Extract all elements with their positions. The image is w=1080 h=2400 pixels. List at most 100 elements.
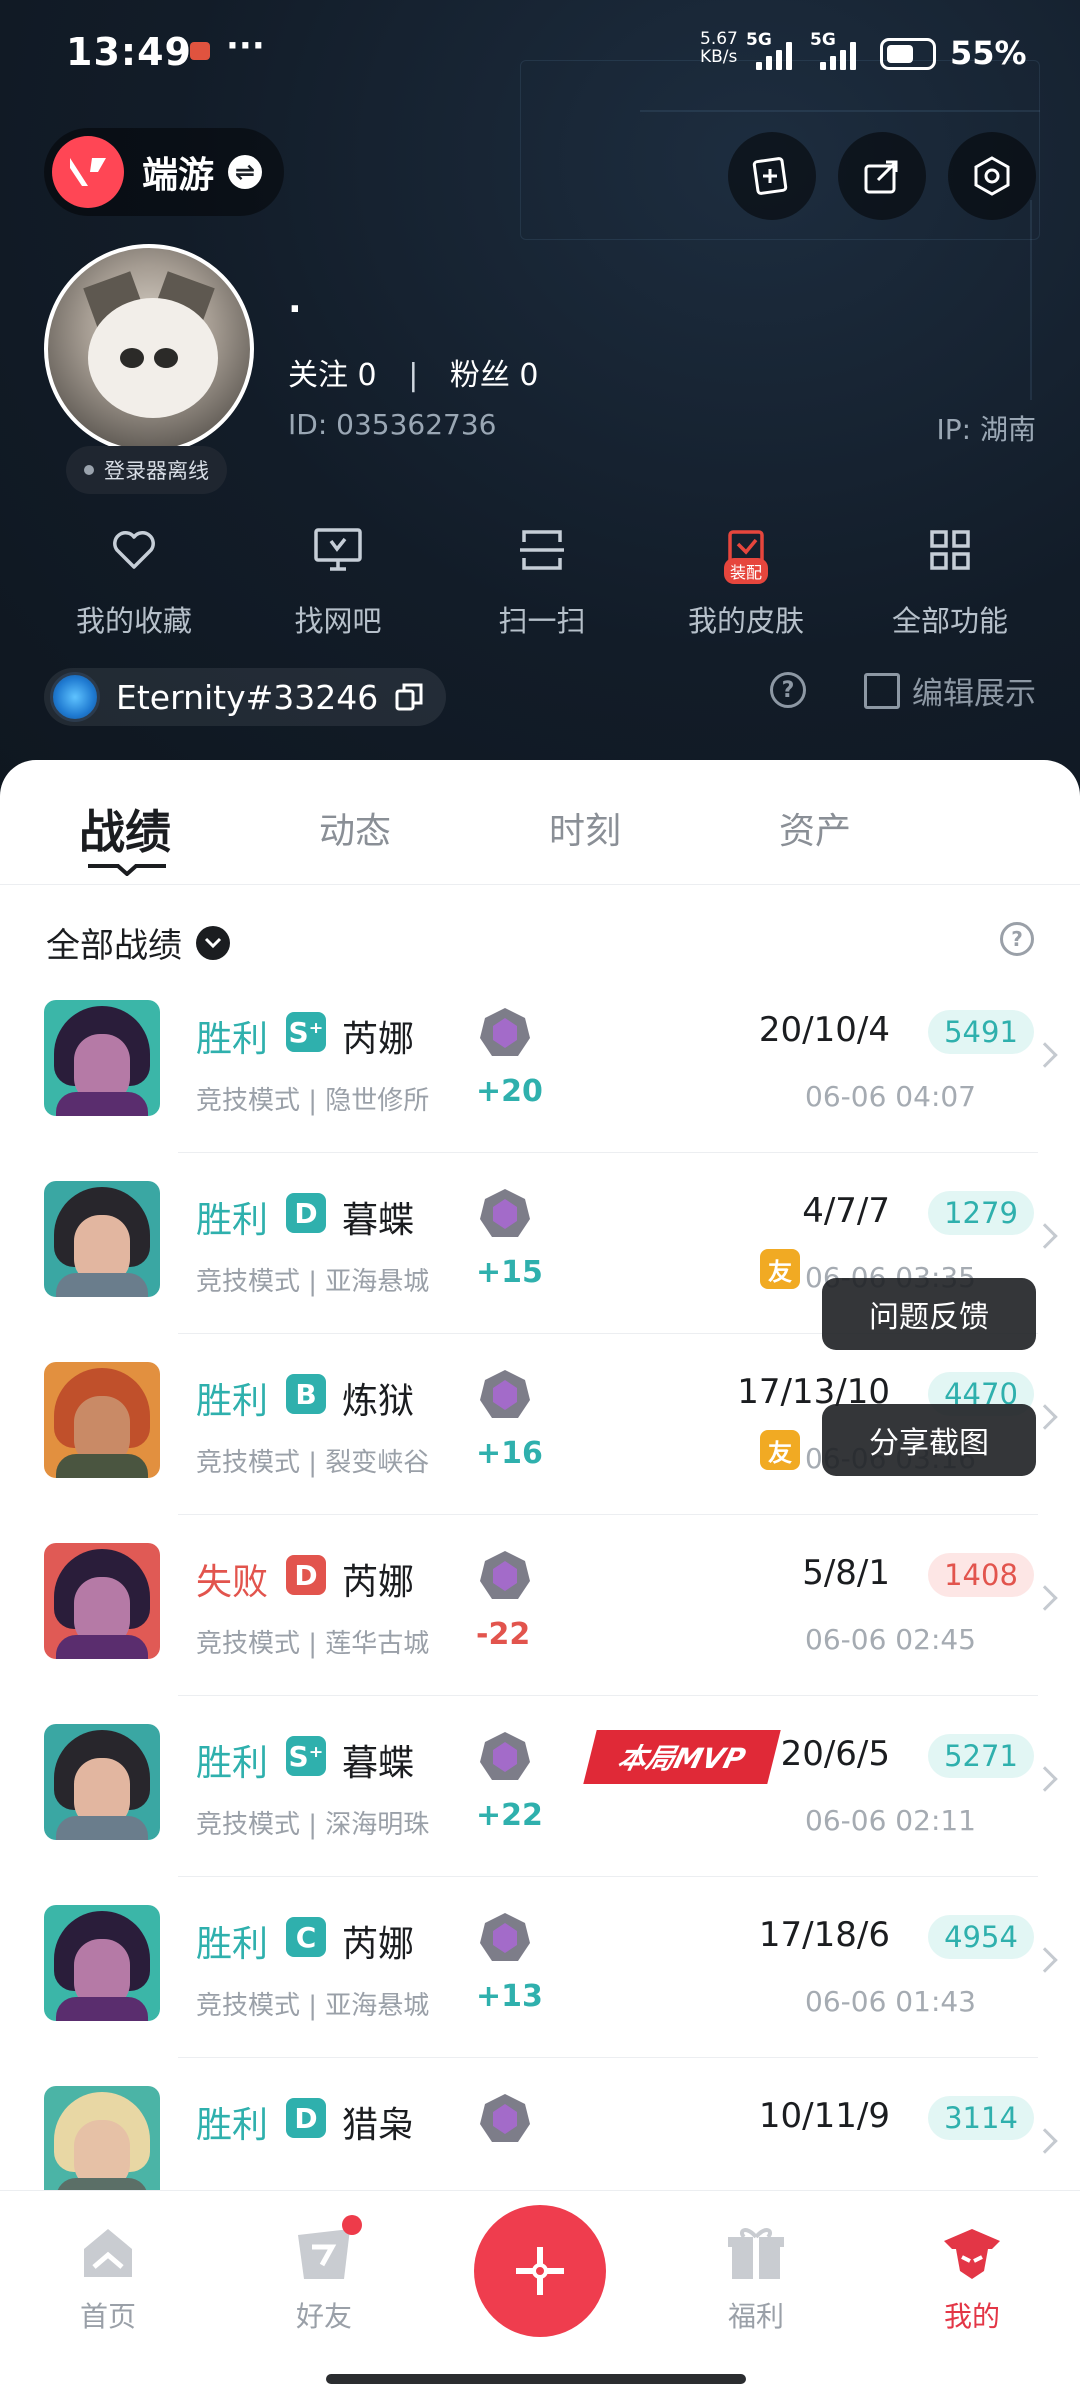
agent-portrait	[44, 1000, 160, 1116]
user-id: ID: 035362736	[288, 408, 497, 441]
game-switcher[interactable]: 端游 ⇌	[44, 128, 284, 216]
quick-action-favorites[interactable]: 我的收藏	[32, 520, 236, 640]
follow-link[interactable]: 关注 0	[288, 358, 377, 393]
quick-action-skins[interactable]: 装配 我的皮肤	[644, 520, 848, 640]
valorant-logo-icon	[52, 136, 124, 208]
match-result: 胜利	[196, 1019, 269, 1060]
avatar[interactable]	[44, 244, 254, 454]
chevron-right-icon	[1032, 1947, 1058, 1973]
match-row[interactable]: 胜利 S⁺ 芮娜 竞技模式 | 隐世修所 +20 20/10/4 5491 06-06 04:…	[0, 1000, 1080, 1184]
profile-icon	[940, 2221, 1004, 2285]
tab-assets[interactable]: 资产	[700, 796, 930, 876]
rank-icon	[480, 1732, 530, 1780]
match-result: 胜利	[196, 1924, 269, 1965]
help-icon[interactable]: ?	[770, 672, 806, 708]
row-divider	[178, 1152, 1038, 1153]
chevron-down-icon	[196, 925, 230, 960]
match-grade: D	[286, 2098, 326, 2138]
match-grade: D	[286, 1193, 326, 1233]
background-decoration-line	[1030, 200, 1032, 400]
edit-icon	[864, 672, 900, 709]
nav-label: 好友	[295, 2300, 352, 2333]
mvp-badge: 本局MVP	[583, 1730, 781, 1784]
nickname: .	[288, 280, 302, 321]
feedback-menu-item[interactable]: 问题反馈	[822, 1278, 1036, 1350]
match-kda: 4/7/7	[802, 1191, 890, 1231]
match-time: 06-06 02:45	[805, 1623, 976, 1656]
network-speed-value: 5.67	[700, 29, 738, 49]
scan-icon	[512, 520, 572, 580]
follow-label: 关注	[288, 358, 348, 393]
home-icon	[76, 2221, 140, 2285]
status-bar: 13:49 ··· 5.67 KB/s 5G 5G 55%	[0, 0, 1080, 110]
copy-icon[interactable]	[394, 682, 424, 712]
nav-label: 首页	[79, 2300, 136, 2333]
match-mode: 竞技模式 | 深海明珠	[196, 1810, 430, 1840]
match-result: 胜利	[196, 1743, 269, 1784]
more-notifications-icon: ···	[226, 26, 265, 66]
unread-dot	[342, 2215, 362, 2235]
agent-name: 暮蝶	[342, 1743, 415, 1784]
quick-action-all[interactable]: 全部功能	[848, 520, 1052, 640]
quick-action-scan[interactable]: 扫一扫	[440, 520, 644, 640]
tab-moments[interactable]: 时刻	[470, 796, 700, 876]
agent-name: 芮娜	[342, 1924, 415, 1965]
records-filter[interactable]: 全部战绩	[46, 918, 230, 967]
match-score: 4954	[928, 1915, 1034, 1959]
rank-points: +16	[476, 1436, 543, 1471]
gift-icon	[724, 2221, 788, 2285]
match-time: 06-06 01:43	[805, 1985, 976, 2018]
monitor-icon	[308, 520, 368, 580]
rank-icon	[480, 1551, 530, 1599]
records-help-icon[interactable]: ?	[1000, 922, 1034, 956]
chevron-right-icon	[1032, 1766, 1058, 1792]
skin-icon: 装配	[716, 520, 776, 584]
share-screenshot-menu-item[interactable]: 分享截图	[822, 1404, 1036, 1476]
share-button[interactable]	[838, 132, 926, 220]
match-time: 06-06 04:07	[805, 1080, 976, 1113]
match-kda: 17/18/6	[758, 1915, 890, 1955]
tab-indicator	[88, 864, 166, 876]
agent-name: 猎枭	[342, 2105, 415, 2146]
tab-dynamics[interactable]: 动态	[240, 796, 470, 876]
notification-icon	[190, 42, 210, 60]
background-decoration-line	[640, 110, 1040, 112]
create-post-button[interactable]	[474, 2205, 606, 2337]
records-filter-label: 全部战绩	[46, 926, 182, 966]
match-row[interactable]: 失败 D 芮娜 竞技模式 | 莲华古城 -22 5/8/1 1408 06-06 02:45	[0, 1543, 1080, 1727]
quick-action-label: 扫一扫	[498, 604, 586, 638]
match-time: 06-06 02:11	[805, 1804, 976, 1837]
signal-icon-1	[756, 40, 796, 70]
nav-home[interactable]: 首页	[28, 2221, 188, 2335]
nav-benefits[interactable]: 福利	[676, 2221, 836, 2335]
nav-me[interactable]: 我的	[892, 2221, 1052, 2335]
heart-icon	[104, 520, 164, 580]
tab-divider	[0, 884, 1080, 885]
friend-badge: 友	[760, 1430, 800, 1470]
quick-action-label: 找网吧	[294, 604, 382, 638]
follow-separator: |	[408, 358, 419, 393]
settings-button[interactable]	[948, 132, 1036, 220]
battery-percent: 55%	[950, 34, 1027, 72]
match-row[interactable]: 胜利 S⁺ 暮蝶 竞技模式 | 深海明珠 +22 本局MVP 20/6/5 5271 06-06…	[0, 1724, 1080, 1908]
match-result: 失败	[196, 1562, 269, 1603]
quick-action-netcafe[interactable]: 找网吧	[236, 520, 440, 640]
riot-id-pill[interactable]: Eternity#33246	[44, 668, 447, 726]
follow-stats: 关注 0 | 粉丝 0	[288, 350, 538, 394]
share-icon	[864, 160, 898, 194]
rank-points: -22	[476, 1617, 531, 1652]
home-indicator	[326, 2374, 746, 2384]
match-row[interactable]: 胜利 C 芮娜 竞技模式 | 亚海悬城 +13 17/18/6 4954 06-06 01:4…	[0, 1905, 1080, 2089]
match-result: 胜利	[196, 2105, 269, 2146]
swap-icon: ⇌	[228, 155, 263, 189]
network-speed-unit: KB/s	[700, 47, 738, 67]
add-card-button[interactable]	[728, 132, 816, 220]
battery-icon	[880, 38, 936, 70]
edit-display-button[interactable]: 编辑展示	[864, 668, 1036, 713]
agent-name: 炼狱	[342, 1381, 415, 1422]
riot-id: Eternity#33246	[116, 677, 379, 717]
offline-dot-icon	[84, 465, 94, 475]
fans-link[interactable]: 粉丝 0	[450, 358, 539, 393]
nav-friends[interactable]: 好友	[244, 2215, 404, 2335]
match-score: 5491	[928, 1010, 1034, 1054]
